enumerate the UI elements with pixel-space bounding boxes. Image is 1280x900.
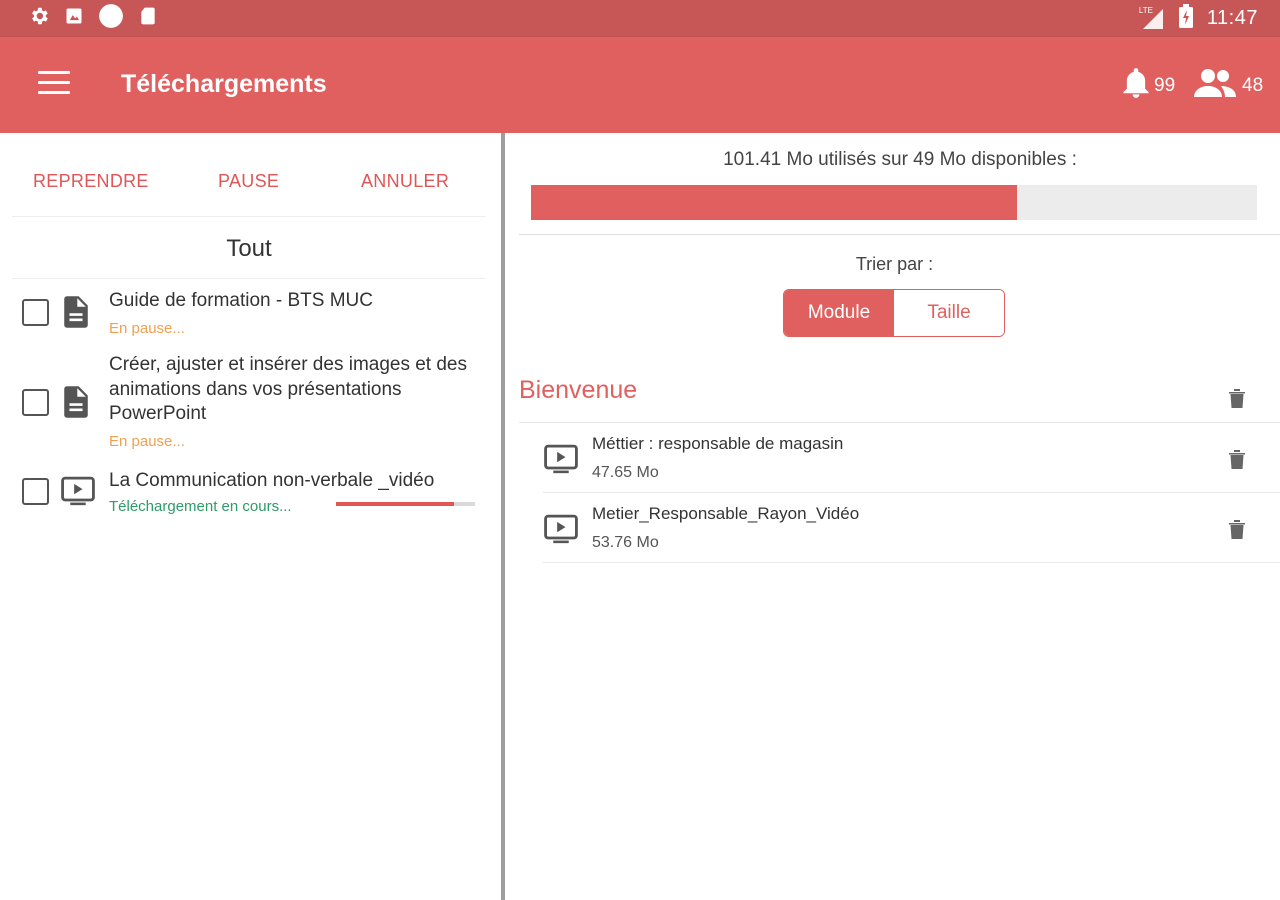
module-item[interactable]: Méttier : responsable de magasin 47.65 M… [543, 423, 1280, 493]
sd-card-icon [138, 5, 158, 32]
download-item[interactable]: La Communication non-verbale _vidéo Télé… [22, 467, 482, 517]
bell-icon [1122, 67, 1150, 105]
contacts-button[interactable]: 48 [1192, 67, 1263, 105]
page-title: Téléchargements [121, 70, 327, 98]
download-item[interactable]: Guide de formation - BTS MUC En pause... [22, 287, 482, 341]
notifications-count: 99 [1154, 75, 1176, 96]
status-time: 11:47 [1206, 7, 1258, 29]
sort-label: Trier par : [855, 254, 934, 274]
delete-item-button[interactable] [1228, 518, 1246, 545]
download-checkbox[interactable] [22, 389, 49, 416]
module-item-title: Metier_Responsable_Rayon_Vidéo [592, 504, 860, 523]
download-checkbox[interactable] [22, 478, 49, 505]
download-item[interactable]: Créer, ajuster et insérer des images et … [22, 353, 482, 453]
image-notification-icon [64, 6, 84, 31]
video-icon [60, 475, 96, 512]
cancel-button[interactable]: ANNULER [361, 171, 449, 192]
sort-by-size-button[interactable]: Taille [894, 290, 1004, 336]
storage-panel: 101.41 Mo utilisés sur 49 Mo disponibles… [505, 133, 1280, 900]
status-bar: LTE 11:47 [0, 0, 1280, 37]
download-status: Téléchargement en cours... [109, 498, 292, 515]
contacts-count: 48 [1242, 75, 1264, 96]
divider [519, 234, 1280, 235]
settings-icon [28, 5, 50, 32]
circle-notification-icon [98, 3, 124, 34]
app-bar: Téléchargements 99 48 [0, 37, 1280, 133]
storage-usage-text: 101.41 Mo utilisés sur 49 Mo disponibles… [723, 149, 1077, 170]
signal-lte-icon: LTE [1138, 5, 1165, 31]
download-title: La Communication non-verbale _vidéo [109, 470, 435, 491]
resume-button[interactable]: REPRENDRE [33, 171, 149, 192]
people-icon [1192, 67, 1238, 105]
notifications-button[interactable]: 99 [1122, 67, 1175, 105]
module-item-size: 47.65 Mo [592, 464, 659, 481]
menu-button[interactable] [38, 71, 70, 97]
battery-charging-icon [1178, 4, 1193, 33]
storage-usage-fill [531, 185, 1018, 220]
download-progress [336, 502, 475, 506]
storage-usage-bar [531, 185, 1257, 220]
module-title: Bienvenue [519, 376, 638, 404]
download-title: Guide de formation - BTS MUC [109, 290, 373, 311]
video-icon [543, 443, 579, 480]
pause-button[interactable]: PAUSE [218, 171, 279, 192]
filter-label: Tout [226, 235, 272, 262]
sort-toggle: Module Taille [783, 289, 1005, 337]
download-queue-panel: REPRENDRE PAUSE ANNULER Tout Guide de fo… [0, 133, 501, 900]
filter-row[interactable]: Tout [12, 217, 486, 279]
hamburger-icon [38, 71, 70, 74]
module-item-size: 53.76 Mo [592, 534, 659, 551]
download-title: Créer, ajuster et insérer des images et … [109, 354, 468, 424]
download-status: En pause... [109, 433, 185, 450]
download-checkbox[interactable] [22, 299, 49, 326]
document-icon [60, 295, 92, 334]
module-item-title: Méttier : responsable de magasin [592, 434, 844, 453]
download-progress-fill [336, 502, 455, 506]
document-icon [60, 385, 92, 424]
delete-module-button[interactable] [1228, 387, 1246, 414]
sort-by-module-button[interactable]: Module [784, 290, 894, 336]
network-type-label: LTE [1138, 5, 1153, 15]
download-status: En pause... [109, 320, 185, 337]
delete-item-button[interactable] [1228, 448, 1246, 475]
video-icon [543, 513, 579, 550]
module-item[interactable]: Metier_Responsable_Rayon_Vidéo 53.76 Mo [543, 493, 1280, 563]
download-actions: REPRENDRE PAUSE ANNULER [12, 133, 486, 217]
